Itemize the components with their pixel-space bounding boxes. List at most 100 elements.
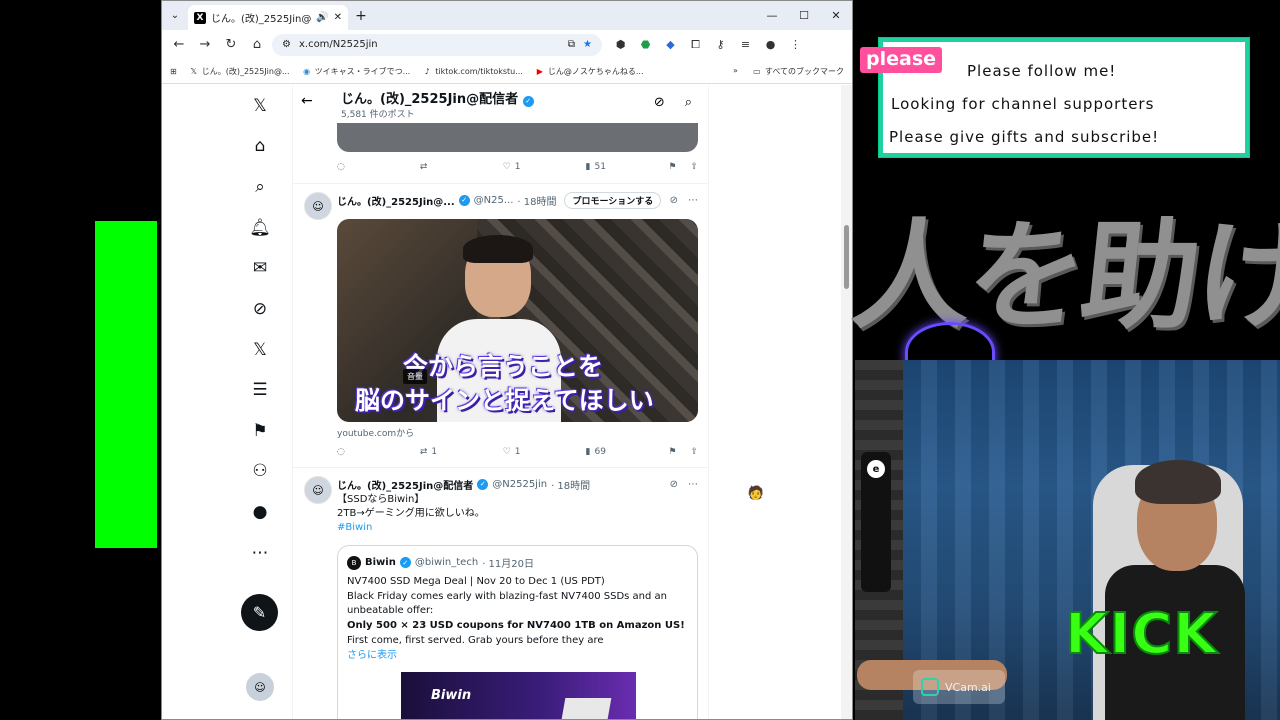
author-name[interactable]: じん。(改)_2525Jin@配信者 bbox=[337, 477, 473, 492]
profile-icon[interactable]: ● bbox=[238, 497, 282, 527]
post-count: 5,581 件のポスト bbox=[341, 110, 415, 120]
bookmark-icon[interactable]: ⚑ bbox=[668, 447, 676, 457]
messages-envelope-icon[interactable]: ✉ bbox=[238, 253, 282, 283]
post3-header: じん。(改)_2525Jin@配信者 ✓ @N2525jin · 18時間 ⊘ ⋯ bbox=[337, 475, 698, 493]
quote-author-name[interactable]: Biwin bbox=[365, 557, 396, 568]
reply-button[interactable]: ◌ bbox=[337, 447, 420, 457]
more-options-icon[interactable]: ⋯ bbox=[688, 195, 698, 206]
quote-avatar[interactable]: B bbox=[347, 555, 361, 570]
author-handle[interactable]: @N25... bbox=[474, 195, 514, 206]
menu-kebab-icon[interactable]: ⋮ bbox=[787, 38, 804, 52]
reply-button[interactable]: ◌ bbox=[337, 162, 420, 172]
quote-header: B Biwin ✓ @biwin_tech · 11月20日 bbox=[347, 555, 534, 570]
media-control-icon[interactable]: ≡ bbox=[737, 38, 754, 52]
more-bookmarks-chevron[interactable]: » bbox=[733, 66, 738, 77]
post3-text: 【SSDならBiwin】 2TB→ゲーミング用に欲しいね。 #Biwin bbox=[337, 493, 485, 535]
bookmark-icon[interactable]: ⚑ bbox=[668, 162, 676, 172]
views-button[interactable]: ▮ 69 bbox=[586, 447, 669, 457]
author-handle[interactable]: @N2525jin bbox=[492, 479, 547, 490]
lists-icon[interactable]: ☰ bbox=[238, 375, 282, 405]
video-source[interactable]: youtube.comから bbox=[337, 426, 414, 439]
bookmark-item[interactable]: ♪ tiktok.com/tiktokstu... bbox=[422, 66, 523, 76]
x-logo-icon: X bbox=[194, 11, 206, 24]
extensions-puzzle-icon[interactable]: ⧠ bbox=[687, 38, 704, 52]
account-avatar[interactable]: ☺ bbox=[246, 673, 274, 701]
post2-actions: ◌ ⇄ 1 ♡ 1 ▮ 69 ⚑ ⇪ bbox=[337, 444, 698, 460]
x-logo-icon[interactable]: 𝕏 bbox=[238, 91, 282, 121]
page-scrollbar[interactable] bbox=[841, 85, 852, 719]
apps-grid-icon[interactable]: ⊞ bbox=[170, 67, 177, 76]
hashtag-link[interactable]: #Biwin bbox=[337, 521, 485, 535]
bookmark-item[interactable]: ▶ じん@ノスケちゃんねる... bbox=[535, 66, 644, 77]
follow-message-box: please Please follow me! Looking for cha… bbox=[860, 38, 1249, 157]
forward-icon[interactable]: → bbox=[194, 37, 216, 52]
quote-time[interactable]: · 11月20日 bbox=[482, 555, 534, 570]
bookmark-item[interactable]: 𝕏 じん。(改)_2525Jin@... bbox=[189, 66, 289, 77]
search-icon[interactable]: ⌕ bbox=[238, 172, 282, 202]
post-avatar[interactable]: ☺ bbox=[304, 192, 332, 220]
bookmark-star-icon[interactable]: ★ bbox=[583, 39, 592, 50]
video-player[interactable]: 今から言うことを 音量 脳のサインと捉えてほしい bbox=[337, 219, 698, 422]
previous-post-media[interactable] bbox=[337, 123, 698, 152]
reload-icon[interactable]: ↻ bbox=[220, 37, 242, 52]
repost-button[interactable]: ⇄ bbox=[420, 162, 503, 172]
maximize-icon[interactable]: ☐ bbox=[788, 9, 820, 22]
grok-icon[interactable]: ⊘ bbox=[670, 195, 678, 206]
communities-icon[interactable]: ⚇ bbox=[238, 456, 282, 486]
post-time[interactable]: · 18時間 bbox=[551, 477, 590, 492]
tab-search-chevron-icon[interactable]: ⌄ bbox=[162, 10, 188, 21]
views-button[interactable]: ▮ 51 bbox=[586, 162, 669, 172]
share-icon[interactable]: ⇪ bbox=[690, 162, 698, 172]
home-icon[interactable]: ⌂ bbox=[246, 37, 268, 52]
promote-button[interactable]: プロモーションする bbox=[564, 191, 662, 209]
home-icon[interactable]: ⌂ bbox=[238, 131, 282, 161]
bookmark-item[interactable]: ◉ ツイキャス・ライブでつ... bbox=[302, 66, 410, 77]
extension-green-icon[interactable]: ⬣ bbox=[637, 38, 654, 52]
tab-bar: ⌄ X じん。(改)_2525Jin@配信者 🔊 ✕ + — ☐ ✕ bbox=[162, 1, 852, 30]
new-tab-button[interactable]: + bbox=[348, 8, 374, 24]
profile-avatar-icon[interactable]: ● bbox=[762, 38, 779, 52]
quote-image[interactable]: Biwin bbox=[401, 672, 636, 719]
close-tab-icon[interactable]: ✕ bbox=[334, 12, 342, 23]
search-icon[interactable]: ⌕ bbox=[685, 95, 692, 110]
all-bookmarks-label: すべてのブックマーク bbox=[764, 66, 844, 76]
repost-button[interactable]: ⇄ 1 bbox=[420, 447, 503, 457]
extension-shield-icon[interactable]: ⬢ bbox=[612, 38, 629, 52]
close-window-icon[interactable]: ✕ bbox=[820, 9, 852, 22]
more-circle-icon[interactable]: ⋯ bbox=[238, 538, 282, 568]
address-toolbar: ← → ↻ ⌂ ⚙ x.com/N2525jin ⧉ ★ ⬢ ⬣ ◆ ⧠ ⚷ ≡… bbox=[162, 30, 852, 59]
site-info-icon[interactable]: ⚙ bbox=[282, 39, 291, 50]
scrollbar-thumb[interactable] bbox=[844, 225, 849, 289]
show-more-link[interactable]: さらに表示 bbox=[347, 649, 692, 664]
url-text[interactable]: x.com/N2525jin bbox=[299, 39, 560, 50]
grok-icon[interactable]: ⊘ bbox=[238, 294, 282, 324]
grok-icon[interactable]: ⊘ bbox=[670, 479, 678, 490]
address-bar[interactable]: ⚙ x.com/N2525jin ⧉ ★ bbox=[272, 33, 602, 56]
all-bookmarks-folder[interactable]: ▭ すべてのブックマーク bbox=[752, 66, 844, 77]
post-time[interactable]: · 18時間 bbox=[517, 193, 556, 208]
premium-x-icon[interactable]: 𝕏 bbox=[238, 335, 282, 365]
like-button[interactable]: ♡ 1 bbox=[503, 447, 586, 457]
like-button[interactable]: ♡ 1 bbox=[503, 162, 586, 172]
quoted-post[interactable]: B Biwin ✓ @biwin_tech · 11月20日 NV7400 SS… bbox=[337, 545, 698, 719]
notifications-bell-icon[interactable]: 🔔︎ bbox=[238, 213, 282, 243]
grok-icon[interactable]: ⊘ bbox=[654, 95, 665, 110]
back-arrow-icon[interactable]: ← bbox=[301, 93, 313, 109]
more-options-icon[interactable]: ⋯ bbox=[688, 479, 698, 490]
quote-author-handle[interactable]: @biwin_tech bbox=[415, 557, 478, 568]
speaker-icon[interactable]: 🔊 bbox=[316, 12, 328, 23]
compose-post-button[interactable]: ✎ bbox=[241, 594, 278, 631]
password-key-icon[interactable]: ⚷ bbox=[712, 38, 729, 52]
author-name[interactable]: じん。(改)_2525Jin@... bbox=[337, 193, 455, 208]
tab-active[interactable]: X じん。(改)_2525Jin@配信者 🔊 ✕ bbox=[188, 5, 348, 30]
minimize-icon[interactable]: — bbox=[756, 9, 788, 22]
views-chart-icon: ▮ bbox=[585, 447, 591, 457]
x-logo-icon: 𝕏 bbox=[190, 66, 197, 76]
cast-icon[interactable]: ⧉ bbox=[568, 39, 575, 50]
post-avatar[interactable]: ☺ bbox=[304, 476, 332, 504]
bookmarks-icon[interactable]: ⚑ bbox=[238, 416, 282, 446]
share-icon[interactable]: ⇪ bbox=[690, 447, 698, 457]
stream-screen: ⌄ X じん。(改)_2525Jin@配信者 🔊 ✕ + — ☐ ✕ ← → ↻… bbox=[0, 0, 1280, 720]
extension-blue-icon[interactable]: ◆ bbox=[662, 38, 679, 52]
back-icon[interactable]: ← bbox=[168, 37, 190, 52]
